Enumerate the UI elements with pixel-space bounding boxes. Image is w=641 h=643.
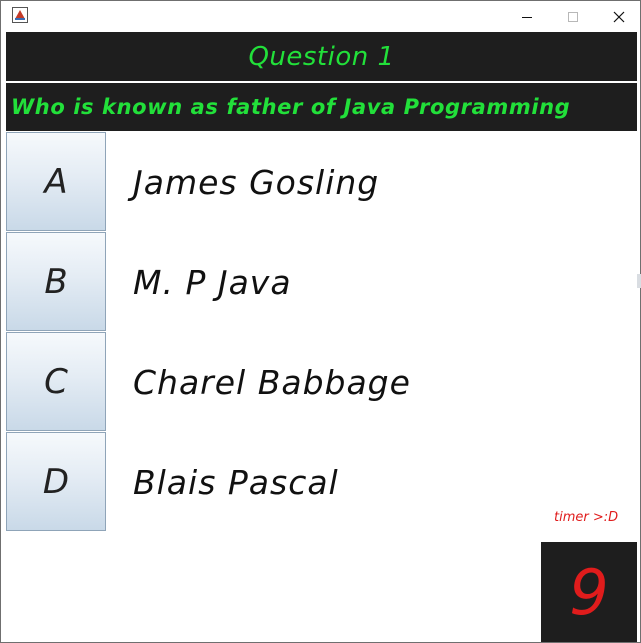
answer-row-a: A James Gosling	[6, 132, 637, 232]
timer-countdown: 9	[541, 542, 637, 642]
minimize-button[interactable]	[504, 1, 550, 32]
minimize-icon	[522, 16, 532, 18]
option-c-text: Charel Babbage	[133, 362, 411, 402]
title-bar[interactable]	[1, 1, 640, 32]
java-app-icon	[12, 7, 28, 23]
answer-list: A James Gosling B M. P Java C Charel Bab…	[6, 132, 637, 532]
answer-row-c: C Charel Babbage	[6, 332, 637, 432]
close-button[interactable]	[596, 1, 640, 32]
question-text: Who is known as father of Java Programmi…	[6, 83, 637, 131]
option-d-button[interactable]: D	[6, 432, 106, 531]
answer-row-d: D Blais Pascal	[6, 432, 637, 532]
option-c-button[interactable]: C	[6, 332, 106, 431]
maximize-icon	[568, 11, 578, 22]
option-a-button[interactable]: A	[6, 132, 106, 231]
question-title: Question 1	[6, 32, 637, 81]
option-d-text: Blais Pascal	[133, 462, 339, 502]
option-b-text: M. P Java	[133, 262, 292, 302]
option-a-text: James Gosling	[133, 162, 380, 202]
window-edge-marker	[637, 274, 641, 288]
timer-label: timer >:D	[554, 510, 619, 525]
answer-row-b: B M. P Java	[6, 232, 637, 332]
option-b-button[interactable]: B	[6, 232, 106, 331]
close-icon	[613, 11, 625, 22]
maximize-button[interactable]	[550, 1, 596, 32]
quiz-window: Question 1 Who is known as father of Jav…	[0, 0, 641, 643]
